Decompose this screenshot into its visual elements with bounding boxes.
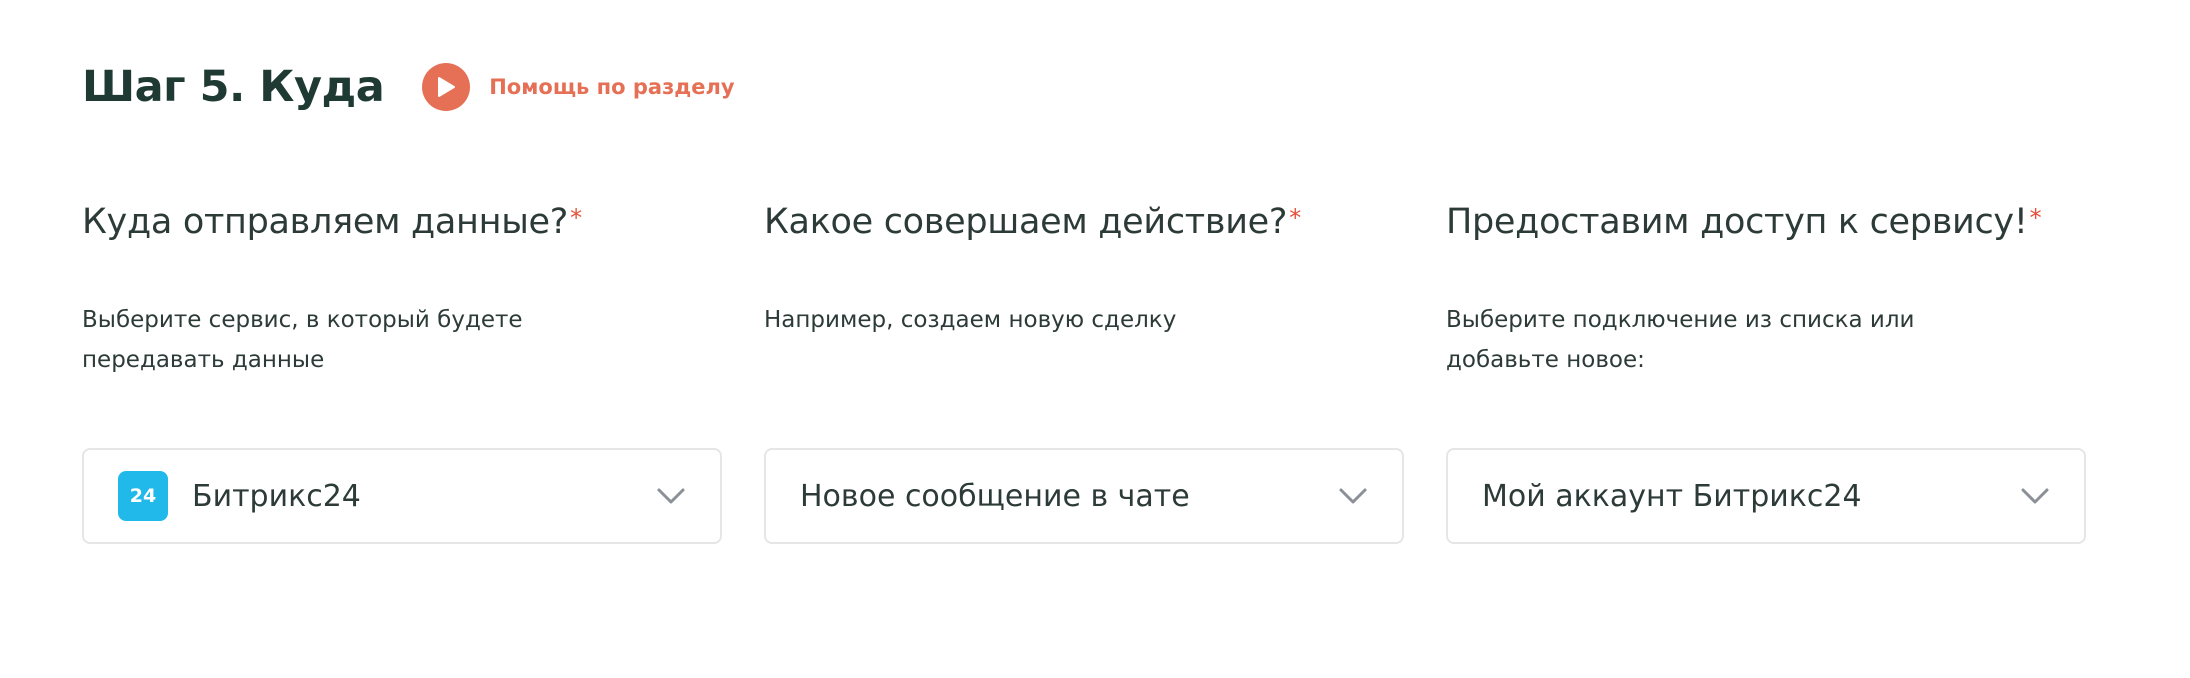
account-select-value[interactable]: Мой аккаунт Битрикс24 <box>1482 479 1862 514</box>
help-button[interactable]: Помощь по разделу <box>422 63 735 111</box>
play-icon[interactable] <box>422 63 471 111</box>
section-title: Какое совершаем действие?* <box>764 202 1301 242</box>
page-title: Шаг 5. Куда <box>82 62 385 112</box>
chevron-down-icon[interactable] <box>2020 486 2050 506</box>
section-hint: Выберите сервис, в который будете переда… <box>82 307 523 373</box>
service-select-value[interactable]: Битрикс24 <box>192 479 361 514</box>
service-select[interactable]: 24 Битрикс24 <box>82 448 722 544</box>
action-select[interactable]: Новое сообщение в чате <box>764 448 1404 544</box>
chevron-down-icon[interactable] <box>656 486 686 506</box>
bitrix24-logo-icon: 24 <box>118 471 168 521</box>
section-hint: Например, создаем новую сделку <box>764 307 1177 333</box>
required-mark: * <box>2029 204 2042 232</box>
step-header: Шаг 5. Куда Помощь по разделу <box>82 62 735 112</box>
required-mark: * <box>570 204 582 232</box>
section-title-text: Какое совершаем действие? <box>764 202 1288 242</box>
required-mark: * <box>1289 204 1301 232</box>
chevron-down-icon[interactable] <box>1338 486 1368 506</box>
section-hint: Выберите подключение из списка или добав… <box>1446 307 1915 373</box>
section-title: Куда отправляем данные?* <box>82 202 582 242</box>
section-title: Предоставим доступ к сервису!* <box>1446 202 2042 242</box>
help-label[interactable]: Помощь по разделу <box>489 75 734 99</box>
section-title-text: Предоставим доступ к сервису! <box>1446 202 2028 242</box>
account-select[interactable]: Мой аккаунт Битрикс24 <box>1446 448 2086 544</box>
section-title-text: Куда отправляем данные? <box>82 202 569 242</box>
action-select-value[interactable]: Новое сообщение в чате <box>800 479 1190 514</box>
